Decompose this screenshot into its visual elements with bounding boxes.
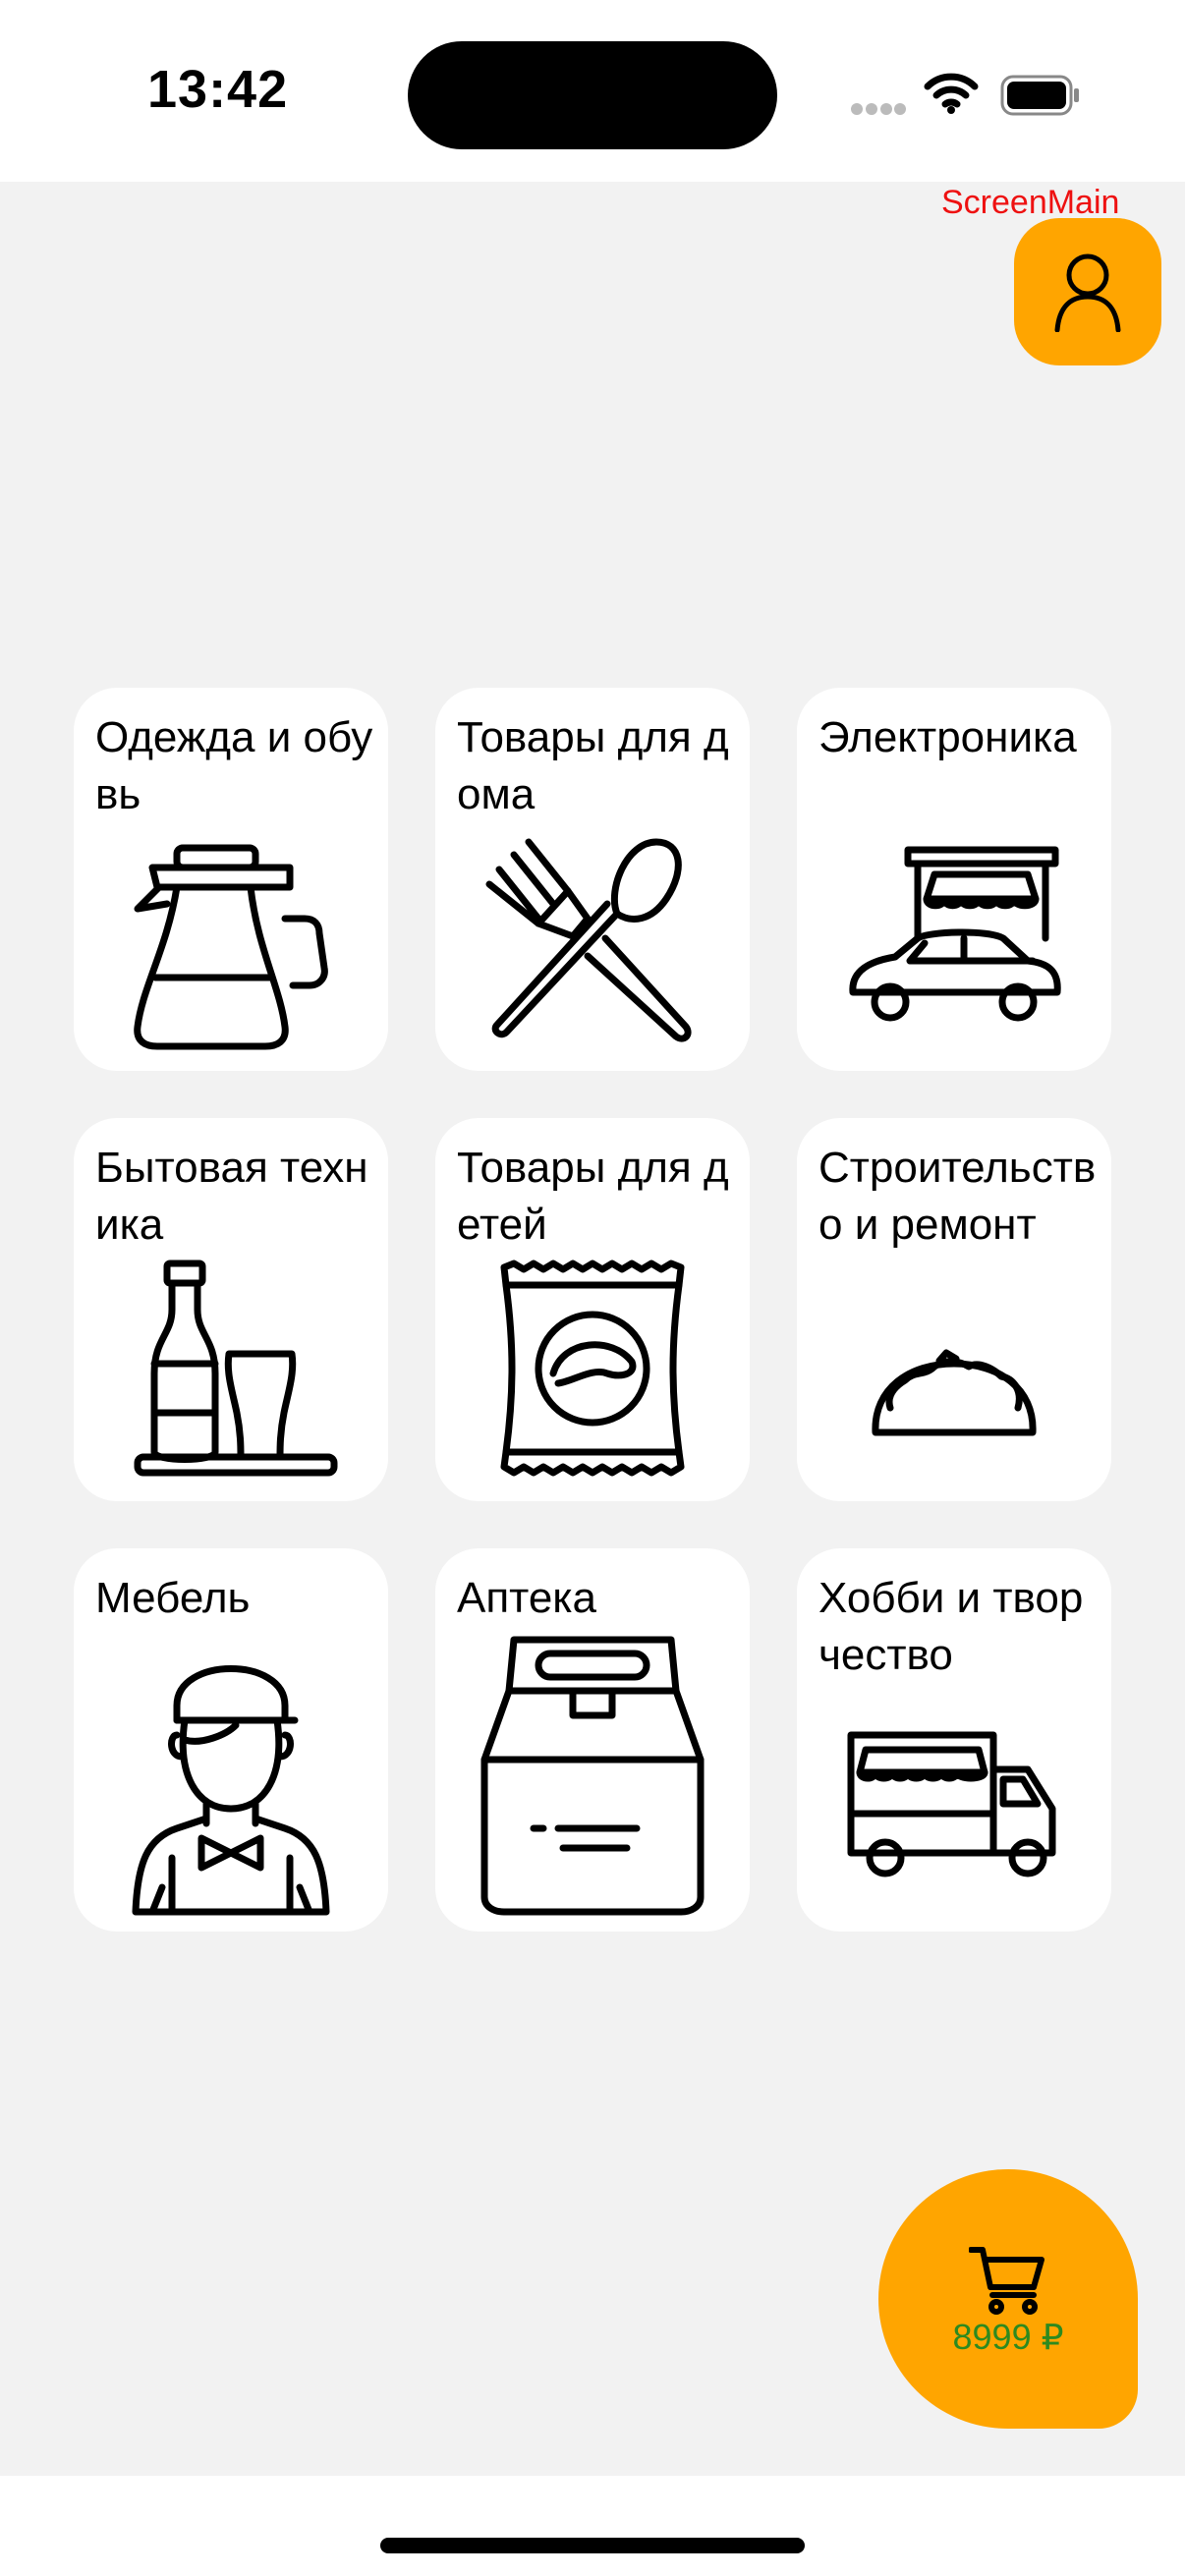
fork-spoon-icon [485,838,692,1042]
battery-icon [1000,75,1079,116]
category-card-home[interactable]: Товары для дома [435,688,750,1071]
cart-icon [969,2247,1044,2315]
category-card-appliances[interactable]: Бытовая техника [74,1118,388,1501]
category-title: Мебель [95,1574,251,1622]
category-title: Электроника [818,713,1077,761]
chips-bag-icon [500,1260,685,1477]
status-bar: 13:42 [0,0,1185,182]
category-title: Хобби и творчество [818,1574,1084,1679]
category-title: Товары для детей [457,1144,729,1249]
category-title: Бытовая техника [95,1144,368,1249]
category-card-electronics[interactable]: Электроника [797,688,1111,1071]
home-indicator[interactable] [380,2538,805,2553]
category-card-construction[interactable]: Строительство и ремонт [797,1118,1111,1501]
category-card-furniture[interactable]: Мебель [74,1548,388,1932]
cart-button[interactable]: 8999 ₽ [878,2169,1138,2429]
category-title: Одежда и обувь [95,713,373,818]
dynamic-island [408,41,777,149]
category-title: Товары для дома [457,713,729,818]
waiter-icon [132,1665,330,1916]
coffee-pot-icon [134,844,328,1050]
bottle-glass-icon [134,1260,338,1477]
status-time: 13:42 [147,60,289,119]
cart-total: 8999 ₽ [952,2317,1064,2357]
taco-icon [872,1349,1037,1436]
car-shop-icon [849,846,1061,1022]
category-title: Строительство и ремонт [818,1144,1097,1249]
food-truck-icon [847,1731,1056,1877]
home-indicator-area [0,2476,1185,2576]
paper-bag-icon [480,1636,705,1916]
profile-button[interactable] [1014,218,1161,365]
category-card-hobby[interactable]: Хобби и творчество [797,1548,1111,1932]
category-card-pharmacy[interactable]: Аптека [435,1548,750,1932]
category-card-kids[interactable]: Товары для детей [435,1118,750,1501]
signal-dots-icon [851,103,906,115]
wifi-icon [924,73,979,114]
person-icon [1054,253,1121,332]
category-card-clothing[interactable]: Одежда и обувь [74,688,388,1071]
screen-debug-label: ScreenMain [941,184,1120,221]
category-title: Аптека [457,1574,596,1622]
